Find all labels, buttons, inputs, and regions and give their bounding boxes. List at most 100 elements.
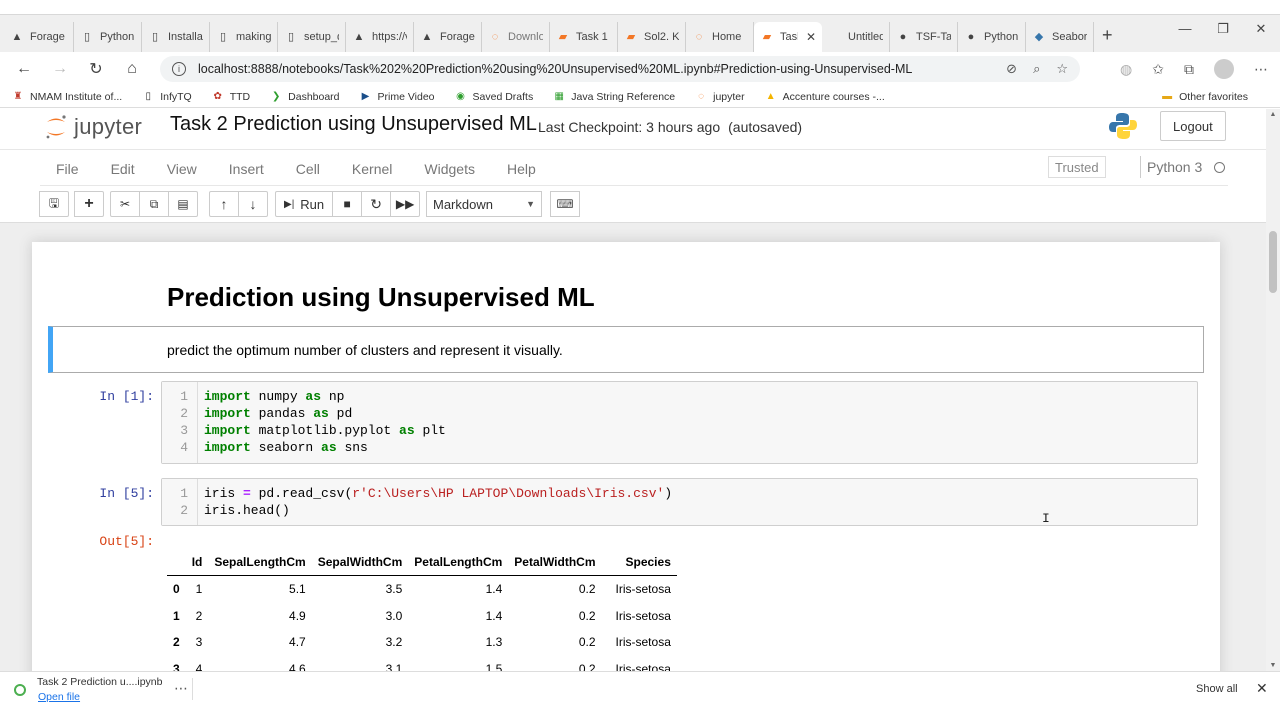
- jupyter-icon: ◌: [491, 30, 499, 43]
- tab-forage-2[interactable]: ▲ Forage: [414, 21, 482, 52]
- back-icon[interactable]: ←: [6, 60, 42, 78]
- restart-icon[interactable]: ↻: [361, 191, 392, 217]
- show-all-button[interactable]: Show all: [1186, 678, 1248, 700]
- fast-forward-icon[interactable]: ▶▶: [390, 191, 421, 217]
- interrupt-icon[interactable]: ■: [332, 191, 363, 217]
- bookmark-accenture[interactable]: ▲ Accenture courses -...: [765, 91, 885, 103]
- tab-untitled[interactable]: Untitled: [822, 21, 890, 52]
- move-down-icon[interactable]: ↓: [238, 191, 268, 217]
- tab-setup[interactable]: ▯ setup_d: [278, 21, 346, 52]
- tab-tsf-task[interactable]: ● TSF-Task: [890, 21, 958, 52]
- tab-task2-active[interactable]: ▰ Task ✕: [754, 21, 822, 52]
- home-icon[interactable]: ⌂: [114, 60, 150, 78]
- text-cursor-icon: I: [1042, 511, 1050, 526]
- url-field[interactable]: i localhost:8888/notebooks/Task%202%20Pr…: [160, 56, 1080, 82]
- block-icon[interactable]: ⊘: [1006, 61, 1017, 77]
- bookmark-other-favorites[interactable]: ▬ Other favorites: [1161, 91, 1248, 103]
- bookmark-ttd[interactable]: ✿ TTD: [212, 91, 251, 103]
- cell-type-select[interactable]: Markdown ▼: [426, 191, 542, 217]
- close-window-icon[interactable]: ✕: [1242, 21, 1280, 37]
- menu-widgets[interactable]: Widgets: [408, 161, 491, 177]
- jupyter-header: jupyter Task 2 Prediction using Unsuperv…: [0, 109, 1280, 149]
- zoom-icon[interactable]: ⌕: [1033, 61, 1040, 77]
- menu-kernel[interactable]: Kernel: [336, 161, 408, 177]
- menu-bar: File Edit View Insert Cell Kernel Widget…: [0, 149, 1280, 187]
- scroll-up-icon[interactable]: ▲: [1266, 111, 1280, 118]
- menu-view[interactable]: View: [151, 161, 213, 177]
- restore-icon[interactable]: ❐: [1204, 21, 1242, 37]
- menu-edit[interactable]: Edit: [95, 161, 151, 177]
- tab-forage-1[interactable]: ▲ Forage: [4, 21, 74, 52]
- notebook-name[interactable]: Task 2 Prediction using Unsupervised ML: [170, 113, 537, 136]
- code-cell-1[interactable]: 1 import numpy as np 2 import pandas as pd…: [161, 381, 1198, 464]
- menu-insert[interactable]: Insert: [213, 161, 280, 177]
- table-cell: 4.7: [289, 635, 306, 650]
- tab-installation[interactable]: ▯ Installat: [142, 21, 210, 52]
- bookmark-prime-video[interactable]: ▶ Prime Video: [360, 91, 435, 103]
- bookmark-dashboard[interactable]: ❯ Dashboard: [270, 91, 340, 103]
- scrollbar-thumb[interactable]: [1269, 231, 1277, 293]
- tab-seaborn[interactable]: ◆ Seaborn: [1026, 21, 1094, 52]
- table-cell: 4.6: [289, 662, 306, 671]
- insert-cell-icon[interactable]: +: [74, 191, 104, 217]
- reload-icon[interactable]: ↻: [78, 59, 114, 79]
- more-options-icon[interactable]: ⋯: [174, 680, 188, 697]
- tab-python-2[interactable]: ● Python: [958, 21, 1026, 52]
- row-index: 3: [173, 662, 180, 671]
- extension-icon[interactable]: ◍: [1120, 61, 1132, 78]
- selected-markdown-cell[interactable]: predict the optimum number of clusters a…: [48, 326, 1204, 373]
- bookmark-saved-drafts[interactable]: ◉ Saved Drafts: [455, 91, 533, 103]
- save-icon[interactable]: 🖫: [39, 191, 69, 217]
- output-prompt: Out[5]:: [99, 534, 154, 549]
- python-icon: ◆: [1034, 31, 1044, 43]
- collections-icon[interactable]: ⧉: [1184, 61, 1194, 78]
- jupyter-logo[interactable]: jupyter: [44, 113, 142, 141]
- page-scrollbar[interactable]: ▲ ▼: [1266, 109, 1280, 671]
- bookmark-java-string[interactable]: ▦ Java String Reference: [553, 91, 676, 103]
- tab-task1[interactable]: ▰ Task 1 P: [550, 21, 618, 52]
- close-shelf-icon[interactable]: ✕: [1256, 680, 1268, 697]
- favorite-star-icon[interactable]: ☆: [1056, 61, 1068, 77]
- scroll-down-icon[interactable]: ▼: [1266, 662, 1280, 669]
- profile-avatar[interactable]: [1214, 59, 1234, 79]
- keyboard-icon[interactable]: ⌨: [550, 191, 580, 217]
- close-tab-icon[interactable]: ✕: [806, 30, 816, 44]
- input-prompt-2: In [5]:: [99, 486, 154, 501]
- bookmark-nmam[interactable]: ♜ NMAM Institute of...: [12, 91, 123, 103]
- jupyter-logo-icon: [46, 115, 66, 139]
- tab-python-1[interactable]: ▯ Python: [74, 21, 142, 52]
- download-item[interactable]: Task 2 Prediction u....ipynb Open file ⋯: [10, 674, 194, 704]
- new-tab-icon[interactable]: +: [1102, 25, 1113, 46]
- tab-sol2[interactable]: ▰ Sol2. K: [618, 21, 686, 52]
- open-file-link[interactable]: Open file: [38, 691, 80, 703]
- menu-help[interactable]: Help: [491, 161, 552, 177]
- tab-https[interactable]: ▲ https://v: [346, 21, 414, 52]
- forward-icon[interactable]: →: [42, 60, 78, 78]
- minimize-icon[interactable]: —: [1166, 21, 1204, 37]
- info-icon[interactable]: i: [172, 62, 186, 76]
- url-text: localhost:8888/notebooks/Task%202%20Pred…: [198, 62, 913, 76]
- copy-icon[interactable]: ⧉: [139, 191, 169, 217]
- bookmark-jupyter[interactable]: ◌ jupyter: [695, 91, 745, 103]
- document-icon: ▯: [219, 31, 227, 43]
- document-icon: ▯: [145, 91, 151, 102]
- table-cell: 1.3: [485, 635, 503, 650]
- favorites-icon[interactable]: ✩: [1152, 61, 1164, 78]
- move-up-icon[interactable]: ↑: [209, 191, 239, 217]
- logout-button[interactable]: Logout: [1160, 111, 1226, 141]
- menu-file[interactable]: File: [40, 161, 95, 177]
- bookmark-infytq[interactable]: ▯ InfyTQ: [142, 91, 191, 103]
- address-bar: ← → ↻ ⌂ i localhost:8888/notebooks/Task%…: [0, 52, 1280, 86]
- more-menu-icon[interactable]: ⋯: [1254, 61, 1268, 78]
- run-button[interactable]: ▶| Run: [275, 191, 334, 217]
- trusted-badge[interactable]: Trusted: [1048, 156, 1106, 178]
- table-cell: 0.2: [578, 608, 596, 623]
- menu-cell[interactable]: Cell: [280, 161, 336, 177]
- tab-downloads[interactable]: ◌ Downlo: [482, 21, 550, 52]
- tab-home[interactable]: ◌ Home: [686, 21, 754, 52]
- cut-icon[interactable]: ✂: [110, 191, 140, 217]
- jupyter-icon: ◌: [698, 91, 705, 102]
- paste-icon[interactable]: ▤: [168, 191, 198, 217]
- tab-making[interactable]: ▯ making: [210, 21, 278, 52]
- table-cell: Iris-setosa: [615, 608, 671, 623]
